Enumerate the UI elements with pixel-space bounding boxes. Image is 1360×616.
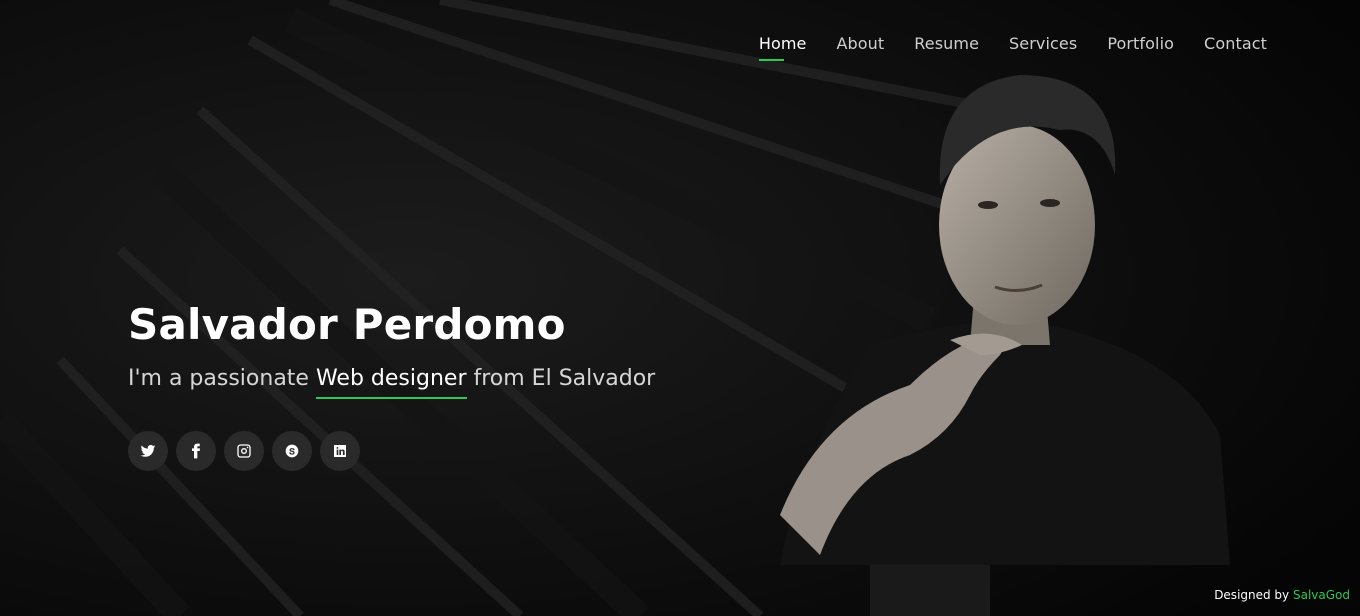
hero-section: Home About Resume Services Portfolio Con… xyxy=(0,0,1360,616)
twitter-button[interactable] xyxy=(128,431,168,472)
social-links xyxy=(128,431,655,472)
footer-credits: Designed by SalvaGod xyxy=(1214,588,1350,602)
profile-photo xyxy=(780,75,1230,565)
hero-tagline: I'm a passionate Web designer from El Sa… xyxy=(128,364,656,400)
credits-prefix: Designed by xyxy=(1214,588,1293,602)
twitter-icon xyxy=(140,445,156,457)
tagline-typed-text: Web designer xyxy=(315,364,467,400)
hero-text: Salvador Perdomo I'm a passionate Web de… xyxy=(128,300,656,472)
instagram-button[interactable] xyxy=(224,431,264,472)
facebook-button[interactable] xyxy=(176,431,216,472)
linkedin-button[interactable] xyxy=(320,431,360,472)
credits-author-link[interactable]: SalvaGod xyxy=(1293,588,1350,602)
tagline-suffix: from El Salvador xyxy=(466,366,656,392)
facebook-icon xyxy=(192,443,200,459)
hero-name: Salvador Perdomo xyxy=(128,300,566,349)
linkedin-icon xyxy=(334,445,346,458)
instagram-icon xyxy=(237,444,251,458)
skype-button[interactable] xyxy=(272,431,312,472)
tagline-prefix: I'm a passionate xyxy=(128,366,316,392)
skype-icon xyxy=(285,444,299,458)
